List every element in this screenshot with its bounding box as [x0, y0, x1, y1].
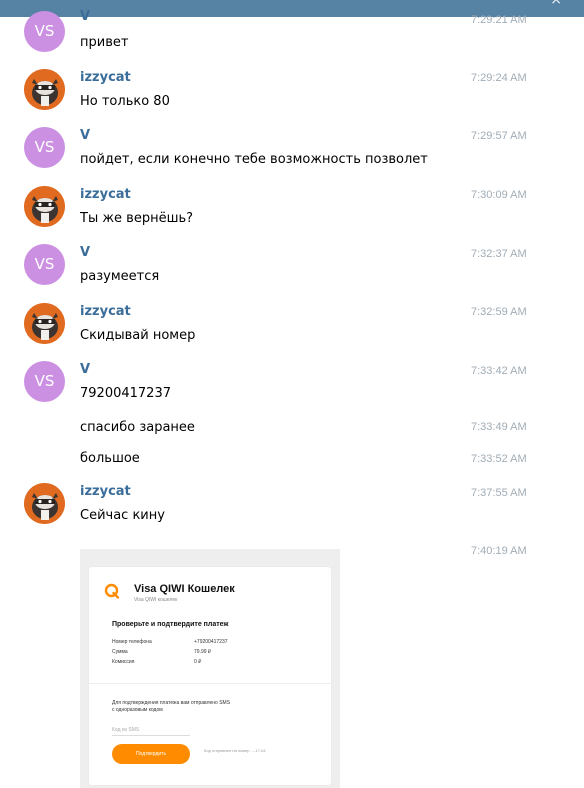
qiwi-row-key: Сумма — [112, 649, 128, 655]
message-time: 7:29:24 AM — [471, 72, 527, 84]
avatar[interactable]: VS — [24, 244, 65, 285]
qiwi-code-hint: Код отправлен на номер ...-17-04 — [204, 748, 266, 753]
avatar[interactable] — [24, 303, 65, 344]
message-time: 7:33:52 AM — [471, 453, 527, 465]
sender-name[interactable]: V — [80, 9, 90, 24]
sender-name[interactable]: V — [80, 362, 90, 377]
message-text: Но только 80 — [80, 94, 170, 109]
avatar[interactable] — [24, 483, 65, 524]
message-time: 7:32:59 AM — [471, 306, 527, 318]
message-text: разумеется — [80, 269, 160, 284]
sender-name[interactable]: izzycat — [80, 187, 131, 202]
avatar[interactable] — [24, 186, 65, 227]
message-time: 7:32:37 AM — [471, 248, 527, 260]
message-history: VS V привет 7:29:21 AM izzycat Но только… — [0, 0, 584, 788]
qiwi-payment-card: Visa QIWI Кошелек Visa QIWI кошелек Пров… — [89, 567, 331, 785]
avatar[interactable]: VS — [24, 11, 65, 52]
sender-name[interactable]: V — [80, 245, 90, 260]
qiwi-row-value: 0 ₽ — [194, 659, 202, 665]
message-text: спасибо заранее — [80, 420, 195, 435]
qiwi-row-key: Комиссия — [112, 659, 135, 665]
message-text: привет — [80, 35, 129, 50]
qiwi-input-underline — [112, 735, 190, 736]
qiwi-row-value: 79.99 ₽ — [194, 649, 212, 655]
message-time: 7:33:49 AM — [471, 421, 527, 433]
message-time: 7:33:42 AM — [471, 365, 527, 377]
sender-name[interactable]: izzycat — [80, 304, 131, 319]
qiwi-title: Visa QIWI Кошелек — [134, 583, 235, 595]
sender-name[interactable]: izzycat — [80, 70, 131, 85]
qiwi-row-key: Номер телефона — [112, 639, 152, 645]
message-time: 7:40:19 AM — [471, 545, 527, 557]
message-text: большое — [80, 451, 140, 466]
avatar[interactable]: VS — [24, 361, 65, 402]
message-time: 7:29:21 AM — [471, 14, 527, 26]
message-time: 7:29:57 AM — [471, 130, 527, 142]
qiwi-confirm-button: Подтвердить — [112, 744, 190, 764]
qiwi-subtitle: Visa QIWI кошелек — [134, 597, 178, 603]
qiwi-row-value: +79200417237 — [194, 639, 228, 645]
raccoon-avatar-image — [24, 483, 65, 524]
qiwi-heading: Проверьте и подтвердите платеж — [112, 621, 229, 628]
avatar[interactable]: VS — [24, 127, 65, 168]
sender-name[interactable]: V — [80, 128, 90, 143]
photo-attachment[interactable]: Visa QIWI Кошелек Visa QIWI кошелек Пров… — [80, 549, 340, 788]
raccoon-avatar-image — [24, 303, 65, 344]
message-text: пойдет, если конечно тебе возможность по… — [80, 152, 428, 167]
message-time: 7:30:09 AM — [471, 189, 527, 201]
message-text: Ты же вернёшь? — [80, 211, 194, 226]
sender-name[interactable]: izzycat — [80, 484, 131, 499]
message-text: Сейчас кину — [80, 508, 165, 523]
raccoon-avatar-image — [24, 69, 65, 110]
raccoon-avatar-image — [24, 186, 65, 227]
message-text: Скидывай номер — [80, 328, 196, 343]
avatar[interactable] — [24, 69, 65, 110]
qiwi-divider — [89, 683, 331, 684]
qiwi-logo-icon — [104, 583, 120, 599]
qiwi-sms-note: Для подтверждения платежа вам отправлено… — [112, 700, 231, 713]
message-time: 7:37:55 AM — [471, 487, 527, 499]
message-text: 79200417237 — [80, 386, 171, 401]
qiwi-sms-input: Код из SMS — [112, 727, 140, 733]
